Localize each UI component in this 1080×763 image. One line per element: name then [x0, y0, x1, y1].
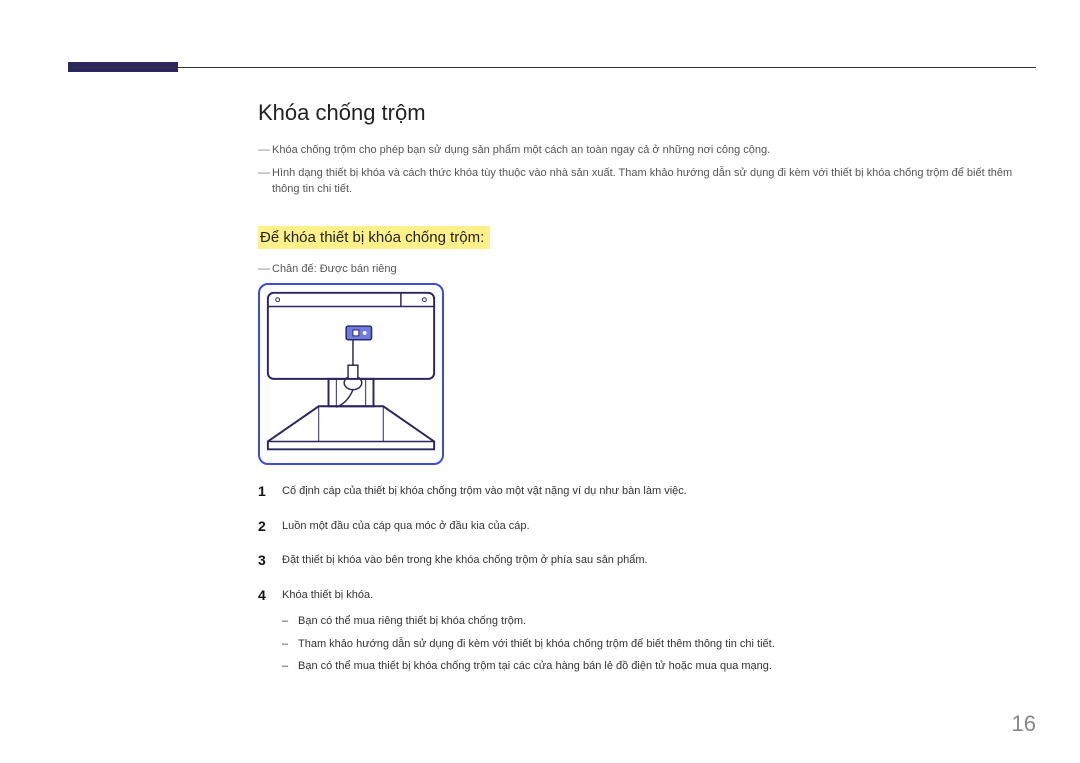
section-subtitle: Để khóa thiết bị khóa chống trộm: — [258, 226, 490, 249]
header-rule-line — [68, 67, 1036, 68]
step-item: Cố định cáp của thiết bị khóa chống trộm… — [258, 483, 1038, 500]
note-item: Khóa chống trộm cho phép bạn sử dụng sản… — [258, 142, 1038, 159]
sub-note-item: Tham khảo hướng dẫn sử dụng đi kèm với t… — [282, 636, 1038, 653]
page-number: 16 — [1012, 711, 1036, 737]
lock-diagram — [258, 283, 444, 465]
main-content: Khóa chống trộm Khóa chống trộm cho phép… — [258, 100, 1038, 693]
steps-list: Cố định cáp của thiết bị khóa chống trộm… — [258, 483, 1038, 675]
step-text: Khóa thiết bị khóa. — [282, 589, 373, 601]
monitor-lock-illustration — [260, 285, 442, 463]
step-item: Đặt thiết bị khóa vào bên trong khe khóa… — [258, 552, 1038, 569]
sub-notes-list: Bạn có thể mua riêng thiết bị khóa chống… — [282, 613, 1038, 675]
sub-note-item: Bạn có thể mua riêng thiết bị khóa chống… — [282, 613, 1038, 630]
stand-note: Chân đế: Được bán riêng — [258, 261, 1038, 278]
note-item: Hình dạng thiết bị khóa và cách thức khó… — [258, 165, 1038, 198]
sub-note-item: Bạn có thể mua thiết bị khóa chống trộm … — [282, 658, 1038, 675]
step-item: Khóa thiết bị khóa. Bạn có thể mua riêng… — [258, 587, 1038, 675]
step-item: Luồn một đầu của cáp qua móc ở đầu kia c… — [258, 518, 1038, 535]
page-title: Khóa chống trộm — [258, 100, 1038, 126]
